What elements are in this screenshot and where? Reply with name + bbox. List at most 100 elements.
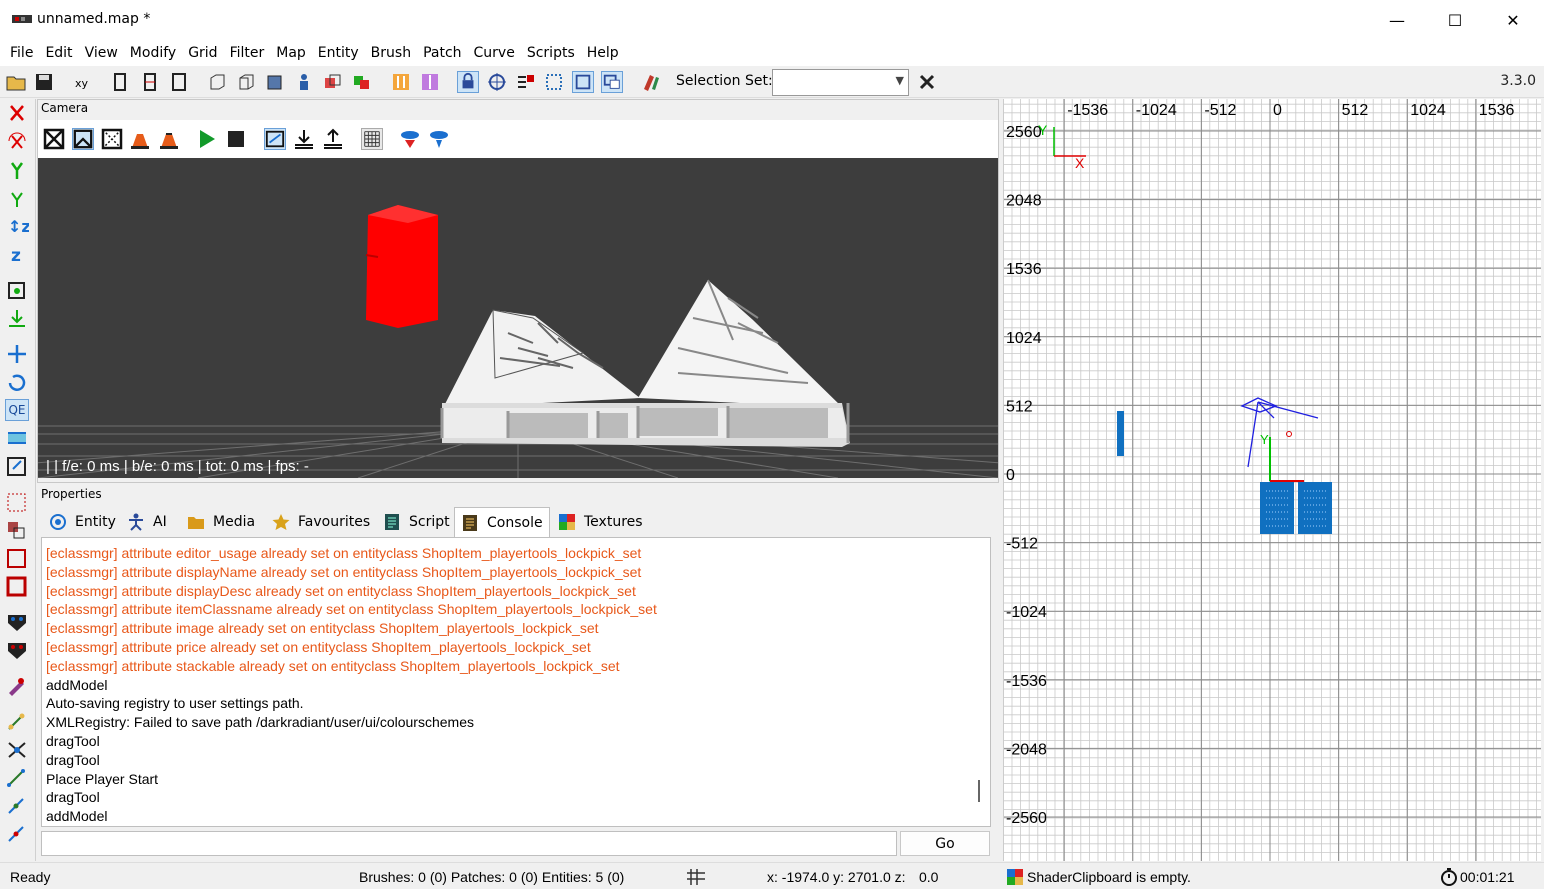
menu-scripts[interactable]: Scripts (521, 41, 581, 65)
title-bar: unnamed.map * — ☐ ✕ (0, 0, 1544, 40)
menu-file[interactable]: File (4, 41, 39, 65)
brush-palette-icon[interactable] (640, 71, 662, 93)
status-clipboard: ShaderClipboard is empty. (1027, 869, 1191, 885)
rotate-y-axis-icon[interactable] (5, 187, 29, 209)
textured-cube-icon[interactable] (264, 71, 286, 93)
select-complete-icon[interactable] (5, 519, 29, 541)
select-touching-icon[interactable] (5, 279, 29, 301)
model-scale-icon[interactable] (5, 455, 29, 477)
rotate-icon[interactable] (5, 371, 29, 393)
grid-toggle-icon[interactable] (361, 128, 383, 150)
play-icon[interactable] (196, 128, 218, 150)
menu-filter[interactable]: Filter (224, 41, 271, 65)
flat-shade-icon[interactable] (72, 128, 94, 150)
rotate-y-icon[interactable] (140, 71, 162, 93)
menu-edit[interactable]: Edit (39, 41, 78, 65)
tab-console[interactable]: Console (454, 507, 550, 537)
scale-lock-icon[interactable] (572, 71, 594, 93)
lock-selection-icon[interactable] (457, 71, 479, 93)
open-icon[interactable] (5, 71, 27, 93)
curve-edit-icon[interactable] (5, 767, 29, 789)
camera-viewport[interactable]: | | f/e: 0 ms | b/e: 0 ms | tot: 0 ms | … (38, 158, 998, 478)
menu-curve[interactable]: Curve (468, 41, 521, 65)
edge-mode-icon[interactable] (5, 739, 29, 761)
texture-lock-icon[interactable] (543, 71, 565, 93)
curve-remove-icon[interactable] (5, 823, 29, 845)
tab-entity[interactable]: Entity (42, 507, 123, 537)
grid-icon[interactable] (686, 868, 706, 886)
building-model[interactable] (440, 279, 850, 447)
clip-in-icon[interactable] (293, 128, 315, 150)
clip-out-icon[interactable] (322, 128, 344, 150)
lighting-mode-icon[interactable] (129, 128, 151, 150)
tab-ai[interactable]: AI (120, 507, 174, 537)
drop-to-floor-icon[interactable] (5, 307, 29, 329)
menu-map[interactable]: Map (270, 41, 312, 65)
flip-x-icon[interactable] (5, 102, 29, 124)
flip-y-icon[interactable] (5, 159, 29, 181)
ortho-viewport[interactable]: -1536 -1024 -512 0 512 1024 1536 2560 2048 1536 10… (1003, 99, 1541, 861)
cube-outline-icon[interactable] (235, 71, 257, 93)
curve-insert-icon[interactable] (5, 795, 29, 817)
save-icon[interactable] (33, 71, 55, 93)
csg-icon[interactable] (322, 71, 344, 93)
far-clip-icon[interactable] (264, 128, 286, 150)
texture-tool-icon[interactable] (5, 675, 29, 697)
translate-icon[interactable] (5, 343, 29, 365)
select-inside-icon[interactable] (5, 491, 29, 513)
entity-mode-icon[interactable] (5, 639, 29, 661)
maximize-button[interactable]: ☐ (1426, 0, 1484, 40)
camera-move-left-icon[interactable] (399, 128, 421, 150)
console-icon (463, 514, 477, 531)
selection-set-combo[interactable]: ▼ (772, 69, 909, 96)
select-brush-icon[interactable] (5, 575, 29, 597)
selected-brush[interactable] (365, 205, 438, 328)
menu-help[interactable]: Help (581, 41, 625, 65)
cube-icon[interactable] (206, 71, 228, 93)
menu-grid[interactable]: Grid (182, 41, 223, 65)
tab-media[interactable]: Media (180, 507, 262, 537)
qe-tool-button[interactable]: QE (5, 399, 29, 421)
grid-snap-icon[interactable] (515, 71, 537, 93)
resize-icon[interactable] (5, 427, 29, 449)
entity-figure-icon[interactable] (293, 71, 315, 93)
console-lines: [eclassmgr] attribute editor_usage alrea… (46, 544, 657, 826)
close-button[interactable]: ✕ (1484, 0, 1542, 40)
tab-textures[interactable]: Textures (551, 507, 650, 537)
menu-entity[interactable]: Entity (312, 41, 365, 65)
rotate-z-axis-icon[interactable]: z (5, 243, 29, 265)
menu-patch[interactable]: Patch (417, 41, 467, 65)
console-output[interactable]: [eclassmgr] attribute editor_usage alrea… (41, 537, 991, 827)
merge-icon[interactable] (351, 71, 373, 93)
wireframe-icon[interactable] (43, 128, 65, 150)
snap-icon[interactable] (486, 71, 508, 93)
mirror-icon[interactable] (419, 71, 441, 93)
menu-brush[interactable]: Brush (365, 41, 417, 65)
flip-z-icon[interactable]: ↕z (5, 215, 29, 237)
rotate-x-icon[interactable] (110, 71, 132, 93)
console-line: [eclassmgr] attribute image already set … (46, 620, 599, 637)
rotate-z-icon[interactable] (168, 71, 190, 93)
menu-modify[interactable]: Modify (124, 41, 182, 65)
console-command-input[interactable] (41, 831, 897, 856)
console-line: [eclassmgr] attribute stackable already … (46, 657, 620, 674)
lighting-preview-icon[interactable] (158, 128, 180, 150)
minimize-button[interactable]: — (1368, 0, 1426, 40)
textured-view-icon[interactable] (101, 128, 123, 150)
go-button[interactable]: Go (900, 831, 990, 856)
flip-xy-icon[interactable]: xy (73, 71, 95, 93)
console-scrollbar[interactable] (978, 780, 980, 802)
rotate-x-axis-icon[interactable] (5, 131, 29, 153)
vertex-mode-icon[interactable] (5, 711, 29, 733)
tab-favourites[interactable]: Favourites (265, 507, 377, 537)
camera-move-right-icon[interactable] (428, 128, 450, 150)
tab-script[interactable]: Script (376, 507, 457, 537)
menu-view[interactable]: View (79, 41, 124, 65)
clipper-icon[interactable] (390, 71, 412, 93)
timer-icon (1441, 868, 1457, 886)
patch-mode-icon[interactable] (5, 611, 29, 633)
window-layout-icon[interactable] (601, 71, 623, 93)
stop-icon[interactable] (225, 128, 247, 150)
select-face-icon[interactable] (5, 547, 29, 569)
clear-selection-set-icon[interactable] (916, 71, 938, 93)
